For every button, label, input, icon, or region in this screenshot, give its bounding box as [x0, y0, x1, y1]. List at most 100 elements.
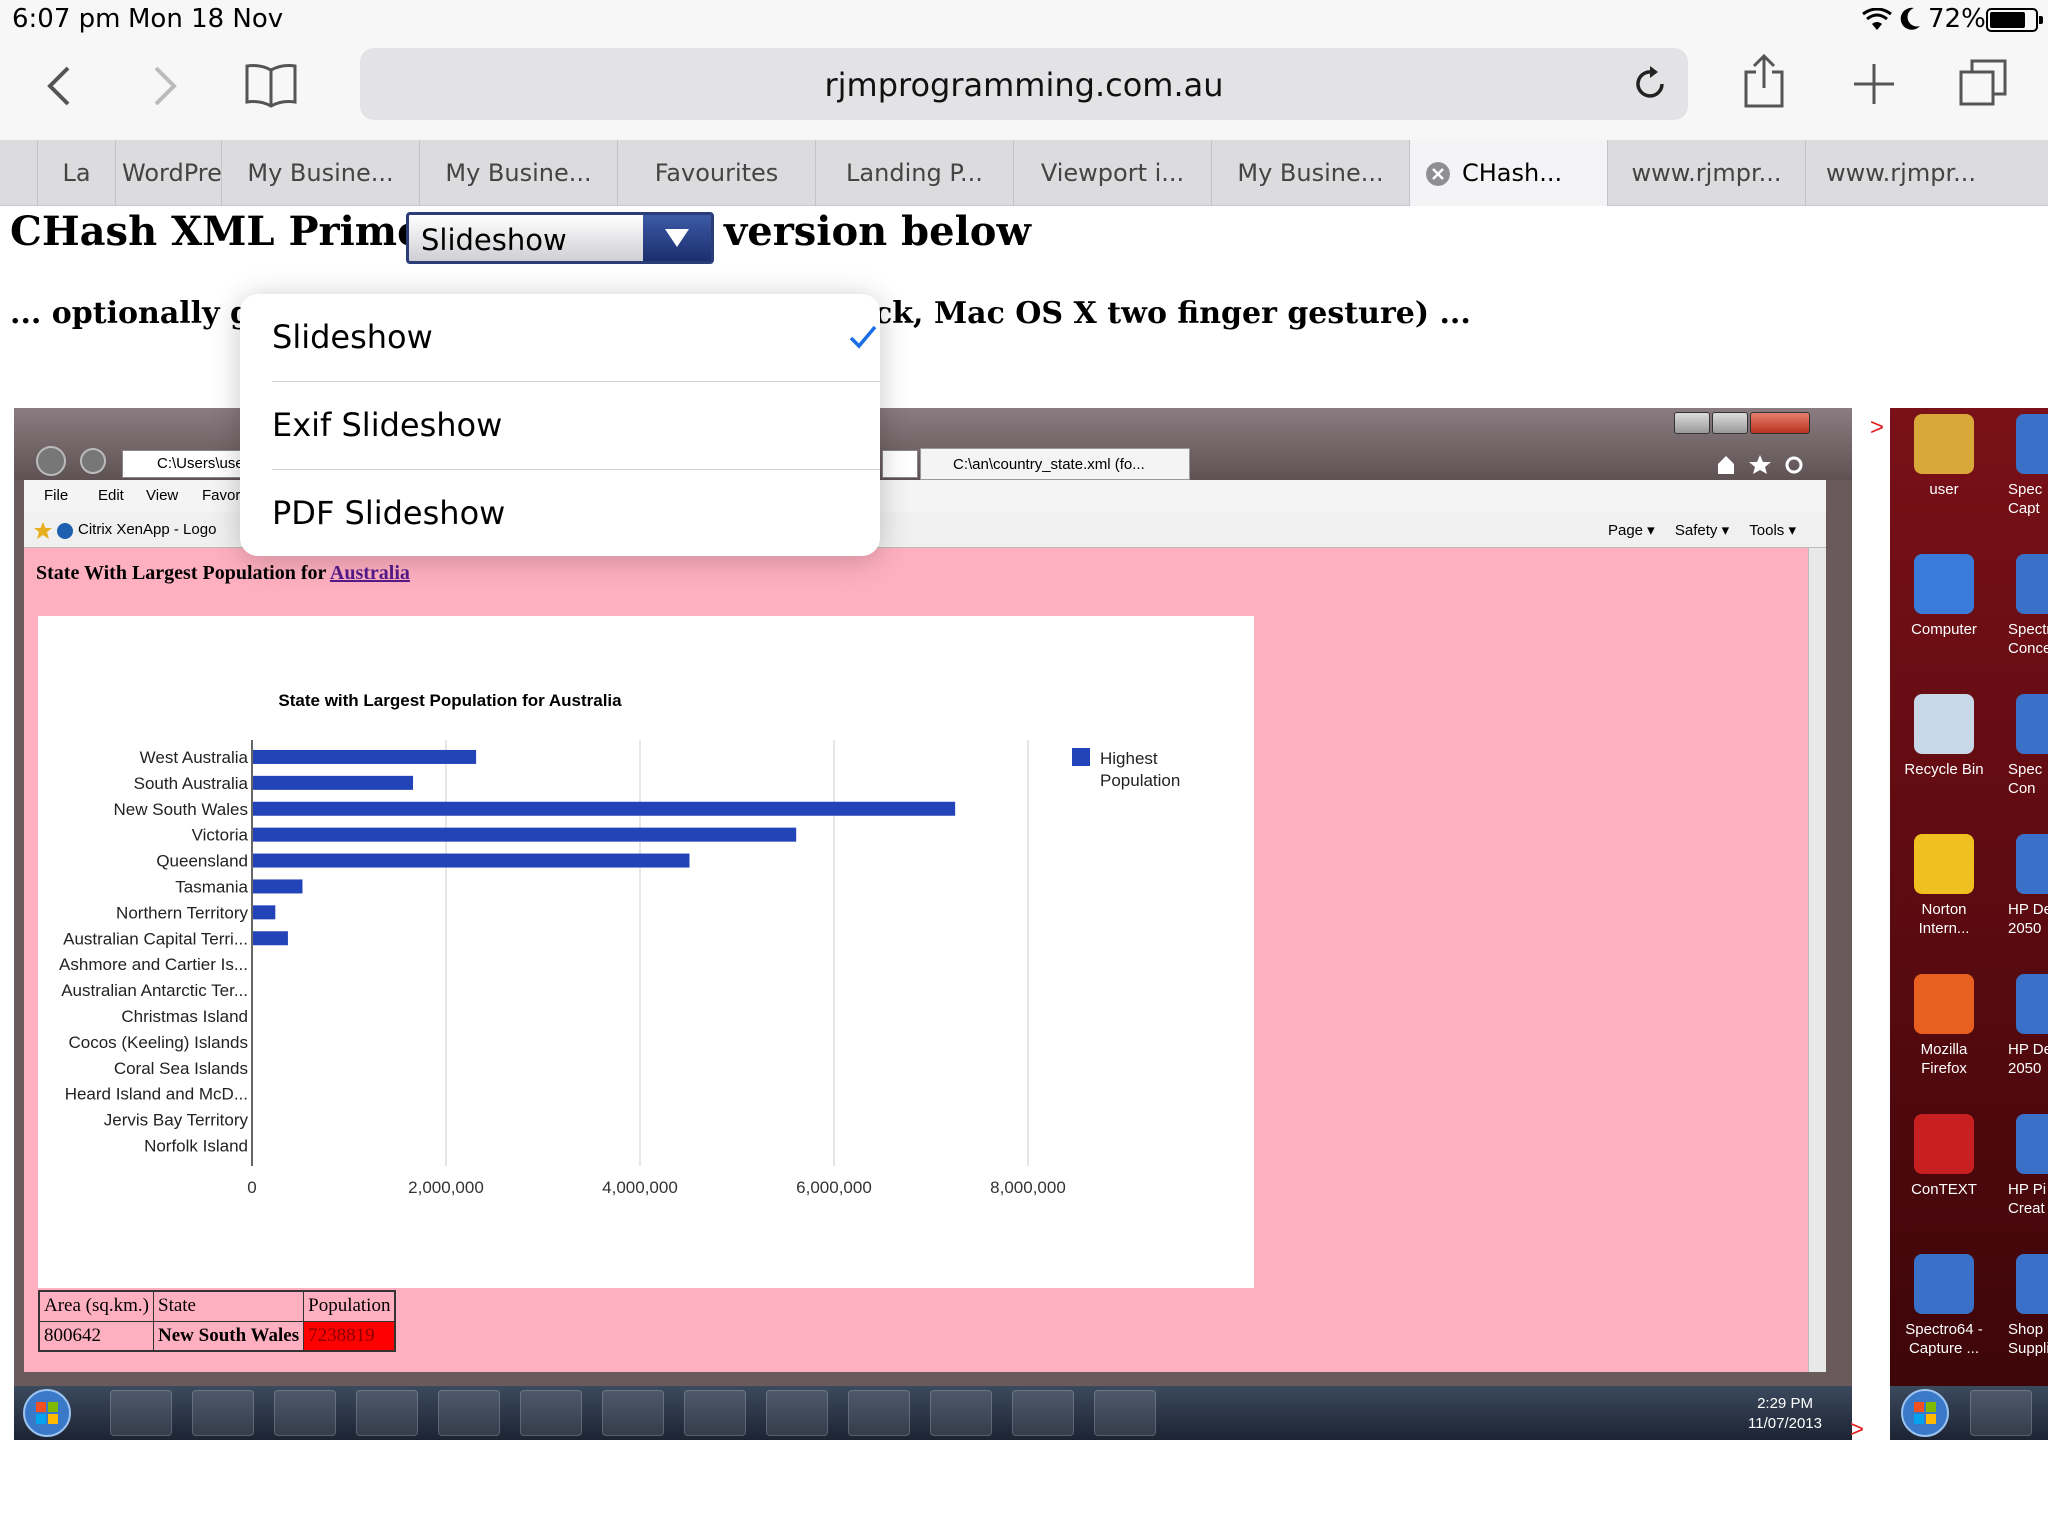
taskbar-windows-icon[interactable] — [1094, 1390, 1156, 1436]
tab-active[interactable]: CHash... — [1410, 140, 1608, 206]
ie-tab[interactable]: C:\an\country_state.xml (fo... — [920, 448, 1190, 480]
category-label: Ashmore and Cartier Is... — [59, 955, 248, 974]
tabs-icon[interactable] — [1958, 58, 2008, 108]
windows-clock: 2:29 PM 11/07/2013 — [1748, 1395, 1822, 1432]
close-tab-icon[interactable] — [1426, 162, 1450, 186]
option-slideshow[interactable]: Slideshow — [272, 294, 880, 382]
taskbar-paint-icon[interactable] — [930, 1390, 992, 1436]
category-label: Tasmania — [175, 877, 248, 896]
legend-swatch — [1072, 748, 1090, 766]
ie-forward-icon[interactable] — [80, 448, 106, 474]
tab-9[interactable]: My Busine... — [1212, 140, 1410, 206]
desktop-icon-label: Recycle Bin — [1904, 761, 1984, 778]
favorites-star-icon[interactable] — [34, 520, 74, 542]
category-label: New South Wales — [114, 800, 248, 819]
forward-icon[interactable] — [150, 64, 180, 108]
triangle-down-icon — [665, 229, 689, 247]
desktop-icon[interactable]: Spectr Conce — [2008, 554, 2048, 658]
bar — [253, 931, 288, 946]
tab-12[interactable]: www.rjmpr... — [1806, 140, 1996, 206]
ie-address-bar[interactable]: C:\Users\use — [122, 450, 258, 478]
taskbar-ie-icon[interactable] — [1970, 1390, 2032, 1436]
ie-back-icon[interactable] — [36, 446, 66, 476]
desktop-icon[interactable]: Computer — [1894, 554, 1994, 639]
window-close-icon[interactable] — [1750, 412, 1810, 434]
taskbar-chrome-icon[interactable] — [438, 1390, 500, 1436]
tab-7[interactable]: Landing P... — [816, 140, 1014, 206]
cmd-page[interactable]: Page ▾ — [1608, 522, 1655, 539]
reload-icon[interactable] — [1630, 64, 1670, 104]
menu-view[interactable]: View — [146, 487, 178, 504]
taskbar-tools-icon[interactable] — [848, 1390, 910, 1436]
address-bar[interactable]: rjmprogramming.com.au — [360, 48, 1688, 120]
bar — [253, 749, 477, 764]
minimize-icon[interactable] — [1674, 412, 1710, 434]
desktop-icon[interactable]: Norton Intern... — [1894, 834, 1994, 938]
tab-6[interactable]: Favourites — [618, 140, 816, 206]
taskbar-notepad-icon[interactable] — [684, 1390, 746, 1436]
tab-8[interactable]: Viewport i... — [1014, 140, 1212, 206]
new-tab-icon[interactable] — [1852, 62, 1896, 106]
embedded-screenshot: C:\Users\use C:\an\country_state.xml (fo… — [14, 408, 1852, 1440]
tab-11[interactable]: www.rjmpr... — [1608, 140, 1806, 206]
category-label: Norfolk Island — [144, 1136, 248, 1155]
desktop-icon-label: HP De 2050 — [2008, 901, 2048, 937]
desktop-icon[interactable]: user — [1894, 414, 1994, 499]
option-exif-slideshow[interactable]: Exif Slideshow — [272, 382, 880, 470]
taskbar-eclipse-icon[interactable] — [356, 1390, 418, 1436]
tab-2[interactable]: La — [38, 140, 116, 206]
taskbar-ie-icon[interactable] — [110, 1390, 172, 1436]
windows-start-icon[interactable] — [22, 1388, 72, 1438]
taskbar-explorer-icon[interactable] — [192, 1390, 254, 1436]
table-header-row: Area (sq.km.) State Population — [38, 1290, 396, 1322]
cmd-tools[interactable]: Tools ▾ — [1749, 522, 1796, 539]
desktop-icon[interactable]: Spec Capt — [2008, 414, 2048, 518]
fav-citrix-link[interactable]: Citrix XenApp - Logo — [78, 521, 216, 538]
ie-refresh-icon[interactable] — [882, 450, 918, 478]
desktop-icon-label: Computer — [1911, 621, 1977, 638]
taskbar-firefox-icon[interactable] — [602, 1390, 664, 1436]
desktop-icon[interactable]: HP De 2050 — [2008, 974, 2048, 1078]
desktop-icon-label: Spec Capt — [2008, 481, 2043, 517]
australia-link[interactable]: Australia — [330, 562, 410, 584]
taskbar-cmd-icon[interactable] — [766, 1390, 828, 1436]
tab-4[interactable]: My Busine... — [222, 140, 420, 206]
moon-icon — [1900, 7, 1920, 30]
bookmarks-icon[interactable] — [244, 62, 298, 108]
desktop-icon[interactable]: HP Pi Creat — [2008, 1114, 2048, 1218]
desktop-app-icon — [1914, 974, 1974, 1034]
bar — [253, 879, 303, 894]
ie-home-fav-tools-icons[interactable] — [1714, 452, 1824, 476]
taskbar-app-icon[interactable] — [274, 1390, 336, 1436]
tab-3[interactable]: WordPre — [116, 140, 222, 206]
tab-5[interactable]: My Busine... — [420, 140, 618, 206]
category-label: Australian Capital Terri... — [63, 929, 248, 948]
desktop-icon-label: HP De 2050 — [2008, 1041, 2048, 1077]
desktop-strip: user Spec Capt Computer Spectr Conce Recycle… — [1890, 408, 2048, 1440]
windows-start-icon[interactable] — [1900, 1388, 1950, 1438]
tab-1[interactable] — [0, 140, 38, 206]
desktop-icon[interactable]: Spec Con — [2008, 694, 2048, 798]
mode-select[interactable]: Slideshow — [406, 212, 714, 264]
taskbar-media-icon[interactable] — [520, 1390, 582, 1436]
share-icon[interactable] — [1742, 52, 1786, 110]
desktop-icon[interactable]: Recycle Bin — [1894, 694, 1994, 779]
desktop-icon[interactable]: ConTEXT — [1894, 1114, 1994, 1199]
cmd-safety[interactable]: Safety ▾ — [1675, 522, 1729, 539]
back-icon[interactable] — [44, 64, 74, 108]
desktop-icon[interactable]: HP De 2050 — [2008, 834, 2048, 938]
menu-edit[interactable]: Edit — [98, 487, 124, 504]
category-label: Northern Territory — [116, 903, 248, 922]
maximize-icon[interactable] — [1712, 412, 1748, 434]
desktop-icon[interactable]: Mozilla Firefox — [1894, 974, 1994, 1078]
option-pdf-slideshow[interactable]: PDF Slideshow — [272, 470, 880, 558]
taskbar-csharp-icon[interactable] — [1012, 1390, 1074, 1436]
battery-percent: 72% — [1928, 4, 1986, 34]
desktop-icon[interactable]: Shop Suppli — [2008, 1254, 2048, 1358]
select-arrow[interactable] — [643, 215, 711, 261]
category-label: Coral Sea Islands — [114, 1059, 248, 1078]
menu-file[interactable]: File — [44, 487, 68, 504]
desktop-icon[interactable]: Spectro64 - Capture ... — [1894, 1254, 1994, 1358]
page-title: CHash XML Primer — [10, 208, 444, 255]
ie-scrollbar[interactable] — [1808, 548, 1826, 1372]
